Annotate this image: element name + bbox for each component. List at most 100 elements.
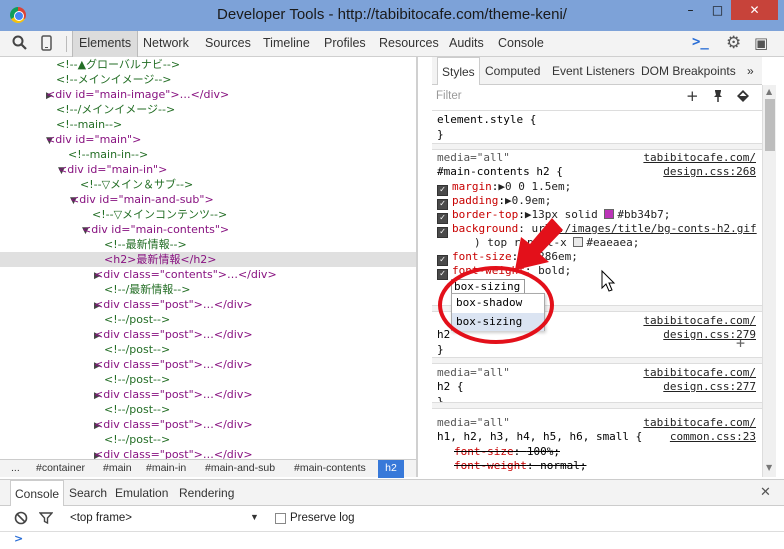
source-link-line[interactable]: design.css:277 xyxy=(663,380,756,394)
expand-triangle-icon[interactable]: ▶ xyxy=(0,449,101,459)
tab-profiles[interactable]: Profiles xyxy=(318,31,372,57)
new-style-rule-icon[interactable]: + xyxy=(686,87,699,105)
maximize-button[interactable]: □ xyxy=(704,0,731,20)
element-state-icon[interactable] xyxy=(736,89,750,107)
checkbox-icon[interactable]: ✓ xyxy=(437,227,448,238)
dom-node[interactable]: <!--最新情報--> xyxy=(0,237,416,252)
scroll-up-arrow-icon[interactable]: ▲ xyxy=(766,87,772,96)
dom-node[interactable]: <!--/post--> xyxy=(0,402,416,417)
dom-node[interactable]: ▼<div id="main-in"> xyxy=(0,162,416,177)
dom-node[interactable]: ▶<div id="main-image">…</div> xyxy=(0,87,416,102)
dom-node[interactable]: <!--/post--> xyxy=(0,342,416,357)
source-link-line[interactable]: common.css:23 xyxy=(670,430,756,444)
css-property-input[interactable]: box-sizing xyxy=(451,279,525,294)
dom-node[interactable]: <!--▲グローバルナビ--> xyxy=(0,57,416,72)
tab-dom-breakpoints[interactable]: DOM Breakpoints xyxy=(637,57,740,85)
tab-overflow-chevron[interactable]: » xyxy=(743,57,758,85)
dom-node[interactable]: <!--/post--> xyxy=(0,432,416,447)
source-link[interactable]: tabibitocafe.com/ xyxy=(643,151,756,165)
source-link[interactable]: tabibitocafe.com/ xyxy=(643,416,756,430)
property-name-overridden[interactable]: font-weight xyxy=(454,459,527,472)
property-value-overridden[interactable]: normal; xyxy=(540,459,586,472)
property-value-overridden[interactable]: 100%; xyxy=(527,445,560,458)
dom-node[interactable]: <!--/post--> xyxy=(0,372,416,387)
tab-audits[interactable]: Audits xyxy=(443,31,490,57)
property-value[interactable]: 1.286em; xyxy=(525,250,578,263)
pin-icon[interactable] xyxy=(712,89,724,107)
preserve-log-checkbox[interactable] xyxy=(275,513,286,524)
mobile-device-icon[interactable] xyxy=(41,35,52,55)
source-link-line[interactable]: design.css:268 xyxy=(663,165,756,179)
style-rule-headings[interactable]: media="all" tabibitocafe.com/ h1, h2, h3… xyxy=(432,415,762,477)
tab-console[interactable]: Console xyxy=(492,31,550,57)
tab-event-listeners[interactable]: Event Listeners xyxy=(548,57,639,85)
property-value[interactable]: : url( xyxy=(518,222,558,235)
property-name[interactable]: font-size xyxy=(452,250,512,263)
suggestion-box-shadow[interactable]: box-shadow xyxy=(452,294,544,312)
dom-node[interactable]: <!--main--> xyxy=(0,117,416,132)
breadcrumb-main-and-sub[interactable]: #main-and-sub xyxy=(202,460,278,478)
color-value[interactable]: #eaeaea; xyxy=(586,236,639,249)
settings-gear-icon[interactable]: ⚙ xyxy=(726,33,741,53)
frame-selector[interactable]: <top frame> xyxy=(70,512,132,524)
scroll-thumb[interactable] xyxy=(765,99,775,151)
dom-node[interactable]: <!--メインイメージ--> xyxy=(0,72,416,87)
minimize-button[interactable]: – xyxy=(677,0,704,20)
property-name[interactable]: font-weight xyxy=(452,264,525,277)
property-value[interactable]: ▶0 0 1.5em; xyxy=(498,180,571,193)
dom-node[interactable]: ▶<div class="post">…</div> xyxy=(0,417,416,432)
property-name[interactable]: margin xyxy=(452,180,492,193)
dom-node[interactable]: ▶<div class="contents">…</div> xyxy=(0,267,416,282)
drawer-tab-console[interactable]: Console xyxy=(10,480,65,506)
dom-node[interactable]: ▼<div id="main-contents"> xyxy=(0,222,416,237)
breadcrumb-main-contents[interactable]: #main-contents xyxy=(291,460,369,478)
dom-node[interactable]: <!--▽メイン＆サブ--> xyxy=(0,177,416,192)
console-prompt[interactable]: > xyxy=(0,532,784,549)
clear-console-icon[interactable] xyxy=(14,511,28,528)
tab-elements[interactable]: Elements xyxy=(72,31,139,57)
background-image-link[interactable]: ./images/title/bg-conts-h2.gif xyxy=(558,222,757,235)
close-button[interactable]: ✕ xyxy=(731,0,778,20)
filter-funnel-icon[interactable] xyxy=(38,511,54,528)
elements-tree[interactable]: <!--▲グローバルナビ--> <!--メインイメージ--> ▶<div id=… xyxy=(0,57,416,459)
frame-dropdown-arrow-icon[interactable]: ▼ xyxy=(250,512,259,522)
dom-node[interactable]: ▶<div class="post">…</div> xyxy=(0,327,416,342)
breadcrumb-container[interactable]: #container xyxy=(33,460,88,478)
tab-sources[interactable]: Sources xyxy=(199,31,257,57)
dom-node[interactable]: <!--/最新情報--> xyxy=(0,282,416,297)
property-name[interactable]: border-top xyxy=(452,208,518,221)
color-swatch[interactable] xyxy=(573,237,584,247)
suggestion-box-sizing[interactable]: box-sizing xyxy=(452,313,544,331)
dom-node[interactable]: ▶<div class="post">…</div> xyxy=(0,447,416,459)
property-value[interactable]: bold; xyxy=(538,264,571,277)
dom-node[interactable]: ▶<div class="post">…</div> xyxy=(0,357,416,372)
property-name-overridden[interactable]: font-size xyxy=(454,445,514,458)
drawer-tab-rendering[interactable]: Rendering xyxy=(175,480,238,506)
tab-resources[interactable]: Resources xyxy=(373,31,445,57)
show-drawer-icon[interactable]: >_ xyxy=(692,34,709,50)
tab-computed[interactable]: Computed xyxy=(481,57,544,85)
property-value[interactable]: ) top repeat-x xyxy=(474,236,573,249)
breadcrumb-h2[interactable]: h2 xyxy=(378,460,404,478)
dom-node[interactable]: ▶<div class="post">…</div> xyxy=(0,387,416,402)
drawer-tab-search[interactable]: Search xyxy=(65,480,111,506)
dom-node[interactable]: <!--/メインイメージ--> xyxy=(0,102,416,117)
dom-node[interactable]: ▶<div class="post">…</div> xyxy=(0,297,416,312)
property-value[interactable]: ▶13px solid xyxy=(525,208,604,221)
drawer-tab-emulation[interactable]: Emulation xyxy=(111,480,172,506)
filter-input[interactable]: Filter xyxy=(436,90,462,102)
source-link[interactable]: tabibitocafe.com/ xyxy=(643,366,756,380)
dom-node[interactable]: <!--/post--> xyxy=(0,312,416,327)
dom-node[interactable]: ▼<div id="main"> xyxy=(0,132,416,147)
checkbox-icon[interactable]: ✓ xyxy=(437,269,448,280)
dom-node-selected[interactable]: <h2>最新情報</h2> xyxy=(0,252,416,267)
panel-splitter[interactable] xyxy=(416,57,418,477)
dom-node[interactable]: ▼<div id="main-and-sub"> xyxy=(0,192,416,207)
styles-scrollbar[interactable]: ▲ ▼ xyxy=(762,85,776,477)
source-link-line[interactable]: design.css:279 xyxy=(663,328,756,342)
breadcrumb-main-in[interactable]: #main-in xyxy=(143,460,189,478)
dom-node[interactable]: <!--▽メインコンテンツ--> xyxy=(0,207,416,222)
search-icon[interactable] xyxy=(12,35,27,54)
color-value[interactable]: #bb34b7; xyxy=(617,208,670,221)
dock-side-icon[interactable]: ▣ xyxy=(754,34,768,52)
